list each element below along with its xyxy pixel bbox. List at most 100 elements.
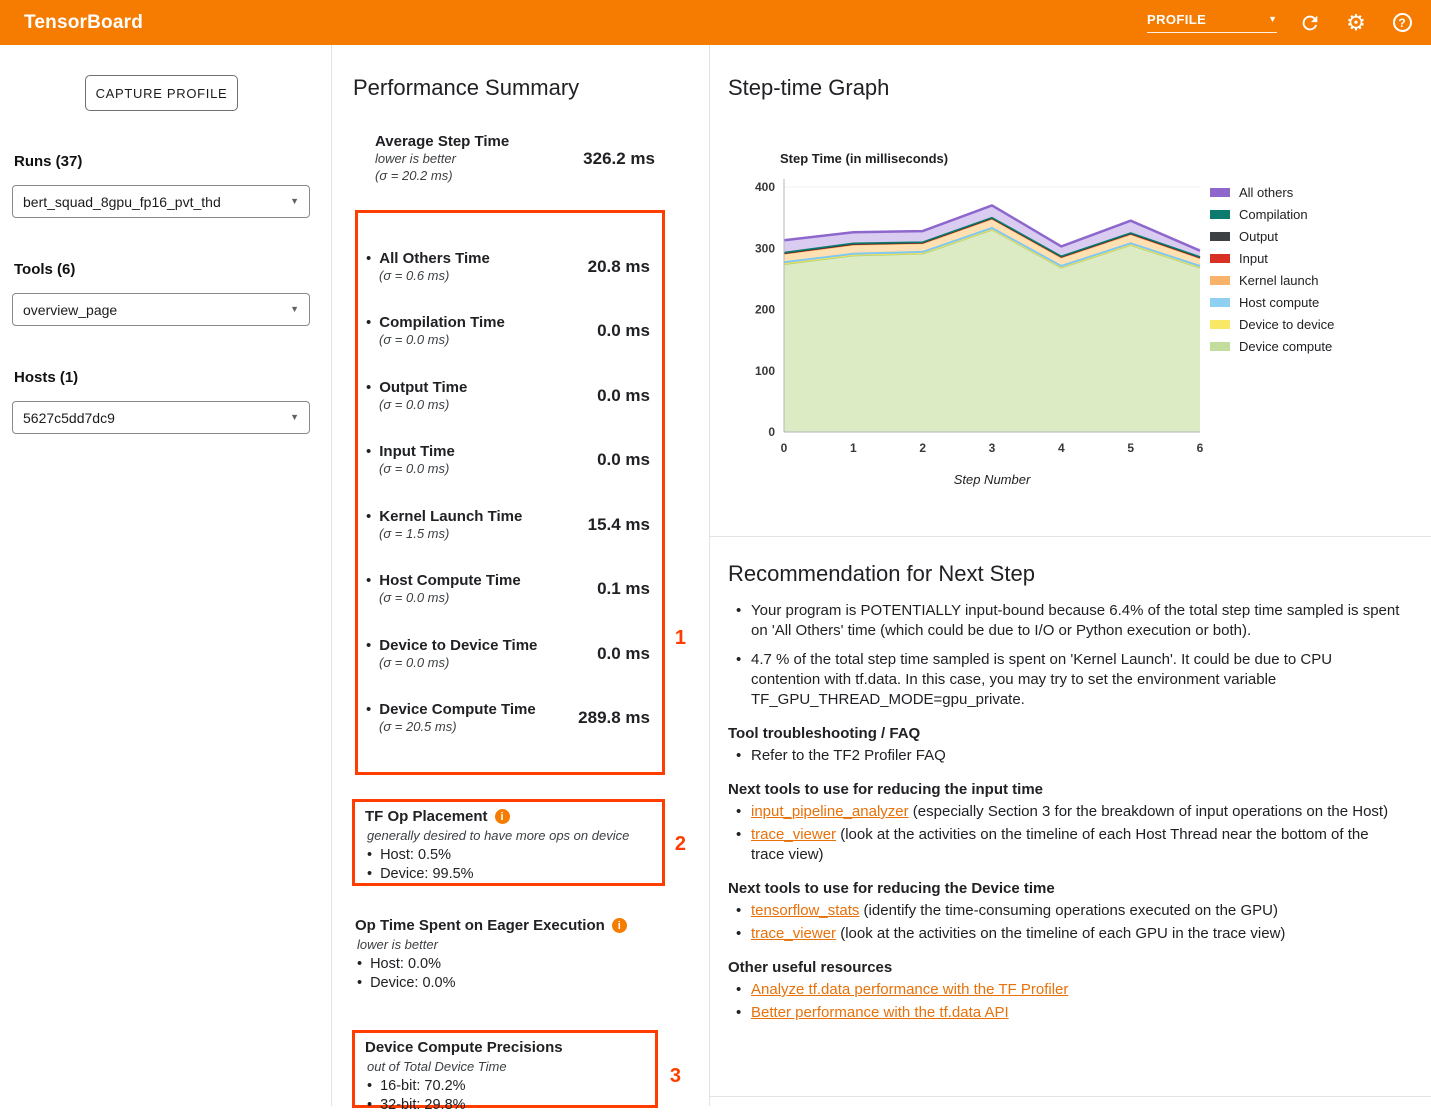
tool-item: trace_viewer (look at the activities on … — [728, 825, 1405, 865]
settings-button[interactable] — [1343, 10, 1369, 36]
metric-left: Input Time (σ = 0.0 ms) — [362, 443, 455, 477]
step-time-breakdown-box: All Others Time (σ = 0.6 ms) 20.8 ms Com… — [355, 210, 665, 775]
recommendation-title: Recommendation for Next Step — [728, 561, 1405, 587]
info-icon[interactable] — [495, 809, 510, 824]
metric-value: 20.8 ms — [588, 257, 650, 277]
performance-summary-panel: Performance Summary Average Step Time lo… — [332, 45, 710, 1106]
metric-value: 0.0 ms — [597, 386, 650, 406]
recommendation-bullet: 4.7 % of the total step time sampled is … — [728, 650, 1405, 710]
faq-item-text: Refer to the TF2 Profiler FAQ — [751, 747, 946, 764]
hosts-select[interactable]: 5627c5dd7dc9 — [12, 401, 310, 434]
annotation-1: 1 — [675, 627, 686, 650]
eager-execution-heading: Op Time Spent on Eager Execution — [355, 917, 661, 934]
metric-left: Device to Device Time (σ = 0.0 ms) — [362, 637, 537, 671]
hosts-select-value: 5627c5dd7dc9 — [23, 410, 115, 426]
metric-row: Output Time (σ = 0.0 ms) 0.0 ms — [362, 379, 650, 413]
chevron-down-icon — [290, 413, 299, 422]
tool-item: tensorflow_stats (identify the time-cons… — [728, 901, 1405, 921]
legend-label: Output — [1239, 229, 1278, 244]
legend-swatch — [1210, 298, 1230, 307]
device-tools-heading: Next tools to use for reducing the Devic… — [728, 880, 1405, 897]
gear-icon — [1346, 10, 1366, 36]
dashboard-selector[interactable]: PROFILE — [1147, 12, 1277, 33]
metric-left: Device Compute Time (σ = 20.5 ms) — [362, 701, 536, 735]
runs-label: Runs (37) — [14, 153, 82, 170]
tf-op-placement-box: TF Op Placement generally desired to hav… — [352, 799, 665, 886]
annotation-3: 3 — [670, 1065, 681, 1088]
step-time-graph-title: Step-time Graph — [728, 75, 889, 101]
step-time-graph-section: Step-time Graph Step Time (in millisecon… — [710, 45, 1431, 537]
sidebar: CAPTURE PROFILE Runs (37) bert_squad_8gp… — [0, 45, 332, 1106]
metric-label: Kernel Launch Time — [362, 508, 522, 525]
annotation-2: 2 — [675, 833, 686, 856]
tool-item-text: (look at the activities on the timeline … — [751, 826, 1369, 863]
capture-profile-button[interactable]: CAPTURE PROFILE — [85, 75, 238, 111]
legend-swatch — [1210, 320, 1230, 329]
info-icon[interactable] — [612, 918, 627, 933]
metric-row: Compilation Time (σ = 0.0 ms) 0.0 ms — [362, 314, 650, 348]
tf-op-placement-subtitle: generally desired to have more ops on de… — [367, 827, 652, 844]
legend-label: Compilation — [1239, 207, 1308, 222]
metric-row: Kernel Launch Time (σ = 1.5 ms) 15.4 ms — [362, 508, 650, 542]
metric-row: All Others Time (σ = 0.6 ms) 20.8 ms — [362, 250, 650, 284]
legend-label: Host compute — [1239, 295, 1319, 310]
trace-viewer-link[interactable]: trace_viewer — [751, 925, 836, 942]
header-actions: PROFILE — [1147, 10, 1415, 36]
tools-select[interactable]: overview_page — [12, 293, 310, 326]
legend-label: Device to device — [1239, 317, 1334, 332]
svg-text:100: 100 — [755, 364, 775, 378]
tool-item-text: (especially Section 3 for the breakdown … — [909, 803, 1388, 820]
tensorflow-stats-link[interactable]: tensorflow_stats — [751, 902, 859, 919]
recommendation-section: Recommendation for Next Step Your progra… — [710, 537, 1431, 1097]
eager-execution-host: Host: 0.0% — [355, 955, 661, 974]
eager-execution-subtitle: lower is better — [357, 936, 661, 953]
metric-value: 15.4 ms — [588, 515, 650, 535]
recommendation-text: Your program is POTENTIALLY input-bound … — [751, 602, 1399, 639]
refresh-button[interactable] — [1297, 10, 1323, 36]
precisions-subtitle: out of Total Device Time — [367, 1058, 645, 1075]
metric-left: Kernel Launch Time (σ = 1.5 ms) — [362, 508, 522, 542]
legend-item: Device compute — [1210, 341, 1334, 351]
metric-label: Input Time — [362, 443, 455, 460]
runs-select[interactable]: bert_squad_8gpu_fp16_pvt_thd — [12, 185, 310, 218]
metric-note: lower is better — [375, 150, 509, 167]
resources-heading: Other useful resources — [728, 959, 1405, 976]
svg-text:6: 6 — [1197, 441, 1204, 455]
metric-sigma: (σ = 20.5 ms) — [379, 718, 536, 735]
svg-text:0: 0 — [781, 441, 788, 455]
eager-execution-block: Op Time Spent on Eager Execution lower i… — [355, 917, 661, 993]
help-icon — [1393, 13, 1412, 32]
legend-item: Host compute — [1210, 297, 1334, 307]
metric-sigma: (σ = 0.0 ms) — [379, 460, 455, 477]
device-compute-precisions-box: Device Compute Precisions out of Total D… — [352, 1030, 658, 1108]
legend-swatch — [1210, 254, 1230, 263]
tfdata-api-link[interactable]: Better performance with the tf.data API — [751, 1004, 1009, 1021]
hosts-label: Hosts (1) — [14, 369, 78, 386]
legend-swatch — [1210, 342, 1230, 351]
svg-text:400: 400 — [755, 180, 775, 194]
legend-item: Output — [1210, 231, 1334, 241]
chevron-down-icon — [1268, 15, 1277, 24]
trace-viewer-link[interactable]: trace_viewer — [751, 826, 836, 843]
input-pipeline-analyzer-link[interactable]: input_pipeline_analyzer — [751, 803, 909, 820]
legend-item: All others — [1210, 187, 1334, 197]
svg-text:200: 200 — [755, 303, 775, 317]
metric-sigma: (σ = 0.0 ms) — [379, 589, 521, 606]
recommendation-bullet: Your program is POTENTIALLY input-bound … — [728, 601, 1405, 641]
metric-sigma: (σ = 0.0 ms) — [379, 654, 537, 671]
metric-sigma: (σ = 20.2 ms) — [375, 167, 509, 184]
metric-row: Input Time (σ = 0.0 ms) 0.0 ms — [362, 443, 650, 477]
tf-op-placement-title: TF Op Placement — [365, 808, 488, 825]
metric-label: Device to Device Time — [362, 637, 537, 654]
faq-heading: Tool troubleshooting / FAQ — [728, 725, 1405, 742]
eager-execution-title: Op Time Spent on Eager Execution — [355, 917, 605, 934]
metric-sigma: (σ = 1.5 ms) — [379, 525, 522, 542]
svg-text:2: 2 — [919, 441, 926, 455]
tfdata-performance-link[interactable]: Analyze tf.data performance with the TF … — [751, 981, 1068, 998]
metric-label: Host Compute Time — [362, 572, 521, 589]
main-content: Step-time Graph Step Time (in millisecon… — [710, 45, 1431, 1106]
metric-label: Output Time — [362, 379, 467, 396]
legend-label: Input — [1239, 251, 1268, 266]
help-button[interactable] — [1389, 10, 1415, 36]
svg-text:Step Number: Step Number — [954, 472, 1031, 487]
